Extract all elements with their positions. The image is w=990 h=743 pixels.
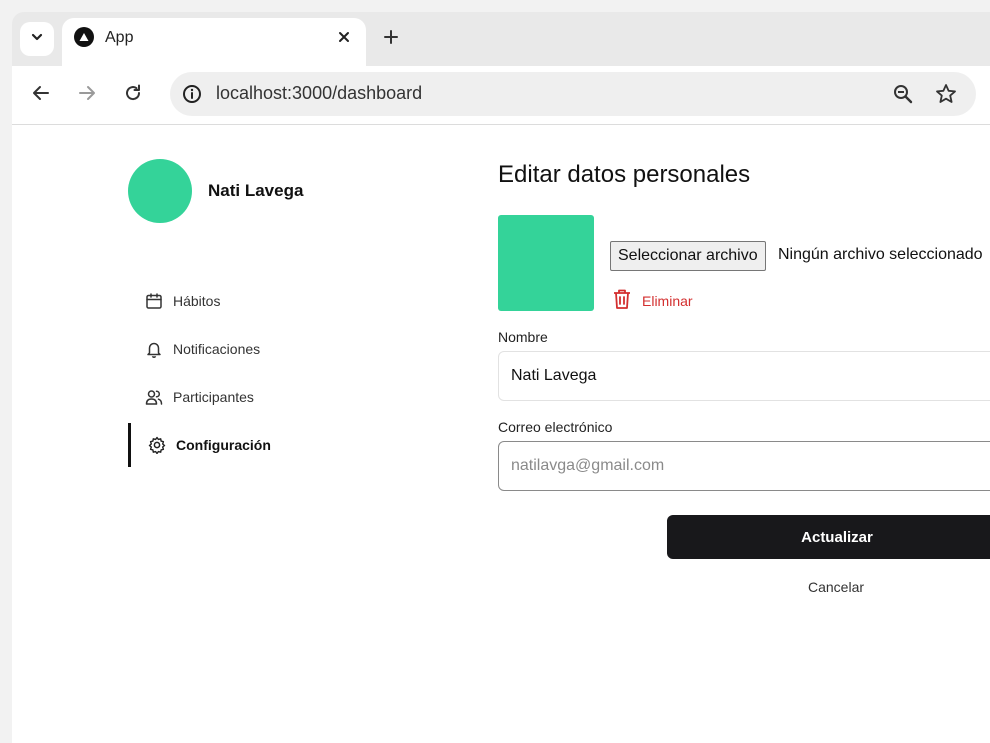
- arrow-left-icon: [31, 83, 51, 108]
- delete-label: Eliminar: [642, 293, 693, 309]
- bookmark-star-icon[interactable]: [934, 82, 958, 106]
- url-text[interactable]: localhost:3000/dashboard: [216, 83, 422, 104]
- tab-search-button[interactable]: [20, 22, 54, 56]
- sidebar-item-label: Notificaciones: [173, 341, 261, 357]
- app-favicon-icon: [74, 27, 94, 47]
- close-icon[interactable]: [335, 28, 353, 46]
- sidebar-item-notificaciones[interactable]: Notificaciones: [128, 327, 328, 371]
- users-icon: [145, 388, 163, 406]
- reload-button[interactable]: [120, 82, 146, 108]
- forward-button[interactable]: [74, 82, 100, 108]
- chevron-down-icon: [30, 30, 44, 49]
- update-button[interactable]: Actualizar: [667, 515, 990, 559]
- select-file-button[interactable]: Seleccionar archivo: [610, 241, 766, 271]
- avatar: [128, 159, 192, 223]
- file-status-text: Ningún archivo seleccionado: [778, 246, 983, 263]
- sidebar-item-habitos[interactable]: Hábitos: [128, 279, 328, 323]
- name-input[interactable]: Nati Lavega: [498, 351, 990, 401]
- email-label: Correo electrónico: [498, 419, 613, 435]
- trash-icon: [612, 288, 632, 315]
- arrow-right-icon: [77, 83, 97, 108]
- profile-photo: [498, 215, 594, 311]
- cancel-button[interactable]: Cancelar: [667, 579, 990, 595]
- address-bar[interactable]: localhost:3000/dashboard: [170, 72, 976, 116]
- calendar-icon: [145, 292, 163, 310]
- sidebar-item-participantes[interactable]: Participantes: [128, 375, 328, 419]
- email-field[interactable]: natilavga@gmail.com: [498, 441, 990, 491]
- browser-tabstrip: App: [0, 0, 990, 66]
- sidebar-item-label: Hábitos: [173, 293, 221, 309]
- browser-toolbar: localhost:3000/dashboard: [12, 66, 990, 124]
- new-tab-button[interactable]: [380, 28, 402, 50]
- user-name: Nati Lavega: [208, 181, 304, 200]
- tab-title: App: [105, 29, 134, 46]
- sidebar-item-configuracion[interactable]: Configuración: [128, 423, 328, 467]
- sidebar-item-label: Configuración: [176, 437, 271, 453]
- plus-icon: [383, 29, 399, 50]
- zoom-icon[interactable]: [892, 83, 914, 105]
- bell-icon: [145, 340, 163, 358]
- delete-photo-button[interactable]: Eliminar: [612, 287, 693, 315]
- sidebar-item-label: Participantes: [173, 389, 254, 405]
- back-button[interactable]: [28, 82, 54, 108]
- site-info-icon[interactable]: [182, 84, 202, 104]
- name-label: Nombre: [498, 329, 548, 345]
- gear-icon: [148, 436, 166, 454]
- page-content: Nati Lavega Hábitos Notificaciones Parti…: [12, 125, 990, 743]
- browser-tab[interactable]: App: [62, 18, 366, 66]
- page-title: Editar datos personales: [498, 161, 751, 188]
- reload-icon: [123, 83, 143, 108]
